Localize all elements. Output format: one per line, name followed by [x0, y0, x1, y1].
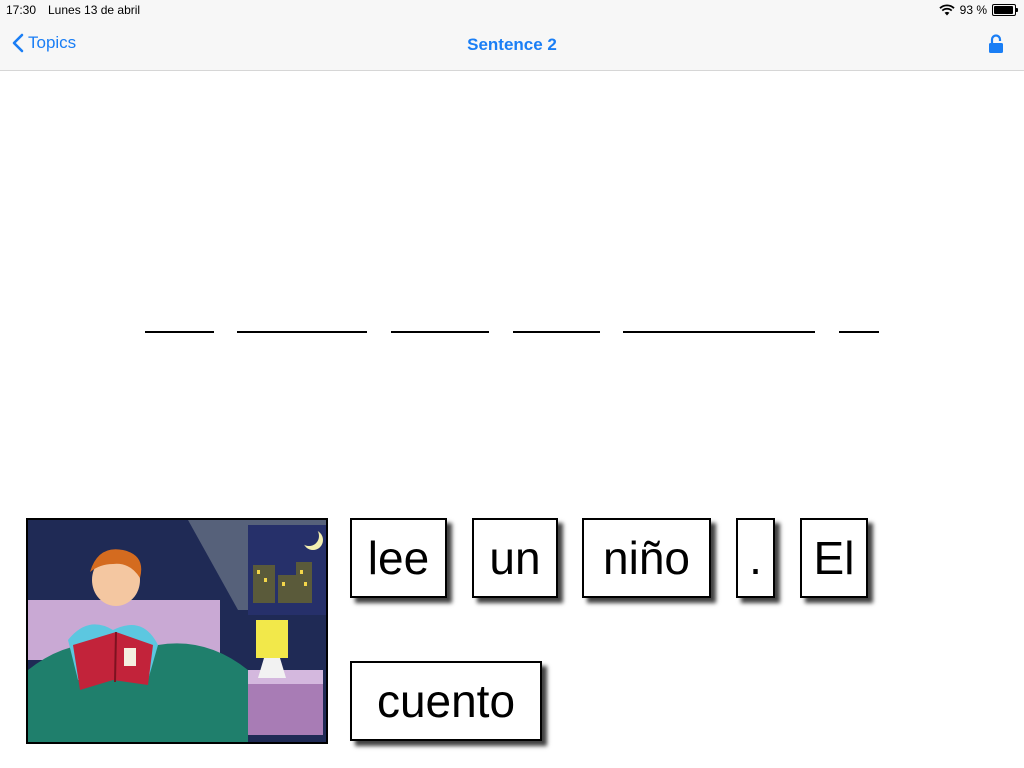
word-tile[interactable]: lee [350, 518, 447, 598]
sentence-picture [26, 518, 328, 744]
status-right: 93 % [939, 3, 1018, 17]
lock-button[interactable] [988, 34, 1004, 59]
sentence-slot[interactable] [237, 331, 367, 333]
sentence-slot[interactable] [623, 331, 815, 333]
word-tile[interactable]: cuento [350, 661, 542, 741]
status-time: 17:30 [6, 3, 37, 17]
battery-percent: 93 % [959, 3, 987, 17]
child-reading-illustration [28, 520, 326, 742]
sentence-slot[interactable] [839, 331, 879, 333]
lock-icon [989, 34, 1003, 53]
status-date: Lunes 13 de abril [48, 3, 141, 17]
word-tile[interactable]: El [800, 518, 868, 598]
word-tile[interactable]: un [472, 518, 558, 598]
word-tile[interactable]: . [736, 518, 775, 598]
navigation-bar: Topics Sentence 2 [0, 20, 1024, 71]
word-tile[interactable]: niño [582, 518, 711, 598]
battery-fill [994, 6, 1013, 14]
sentence-slot[interactable] [391, 331, 489, 333]
sentence-slot[interactable] [513, 331, 600, 333]
status-bar: 17:30 Lunes 13 de abril 93 % [0, 0, 1024, 20]
sentence-slot[interactable] [145, 331, 214, 333]
wifi-icon [939, 4, 955, 16]
page-title: Sentence 2 [467, 35, 557, 54]
battery-icon [992, 4, 1018, 16]
